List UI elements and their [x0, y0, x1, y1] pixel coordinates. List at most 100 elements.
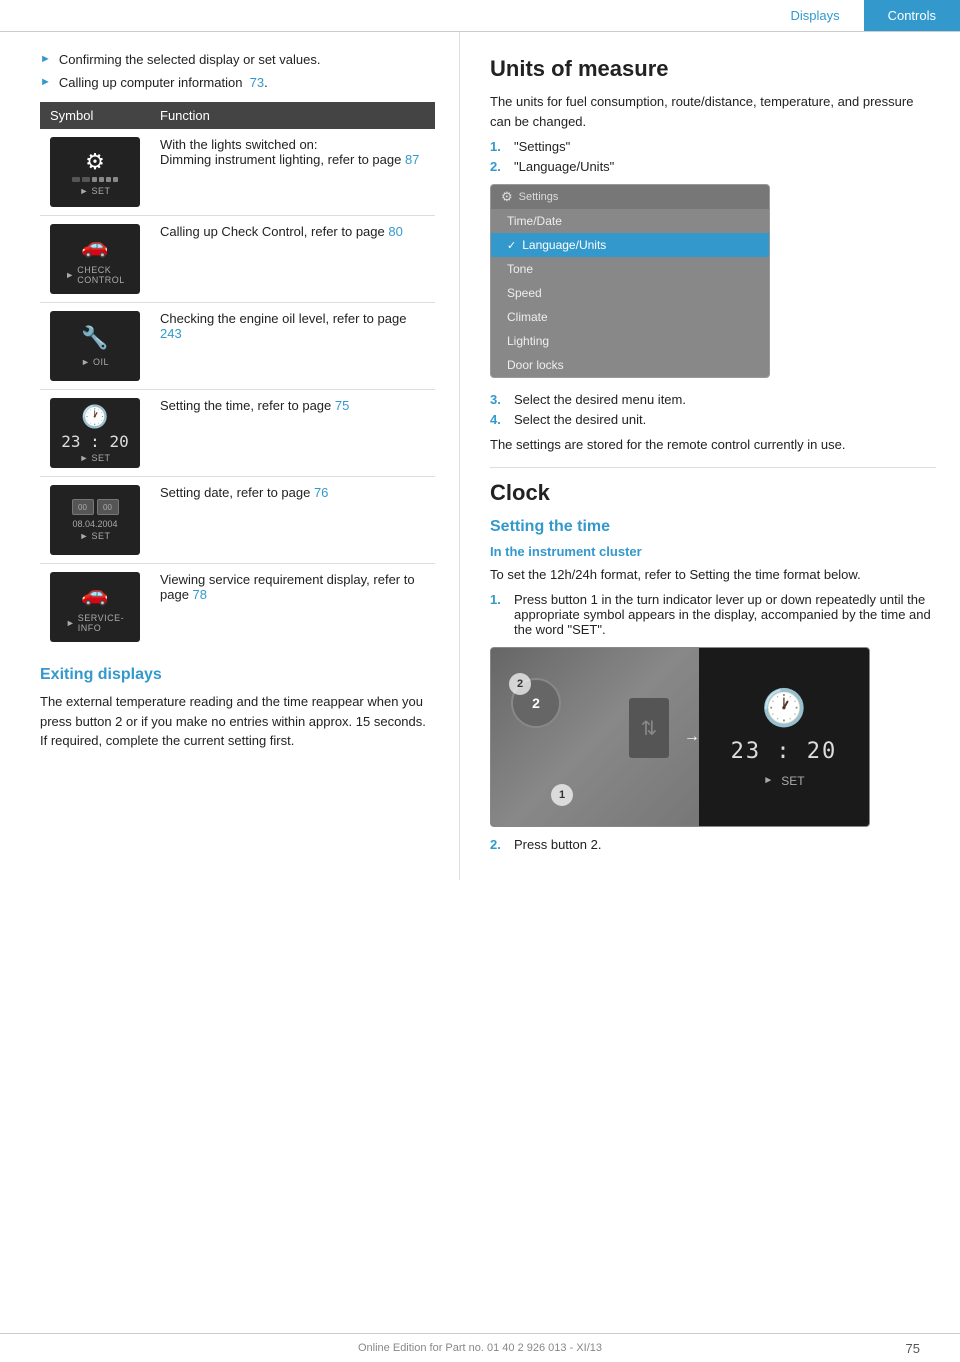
footer-text: Online Edition for Part no. 01 40 2 926 … [358, 1342, 602, 1354]
link-78[interactable]: 78 [193, 587, 207, 602]
list-item: 4. Select the desired unit. [490, 412, 936, 427]
list-item: 1. Press button 1 in the turn indicator … [490, 592, 936, 637]
symbol-cell: 🔧 ► OIL [40, 303, 150, 390]
function-cell-3: Checking the engine oil level, refer to … [150, 303, 435, 390]
clock-step1: 1. Press button 1 in the turn indicator … [490, 592, 936, 637]
link-87[interactable]: 87 [405, 152, 419, 167]
clock-icon: 🕐 [81, 404, 108, 430]
main-content: ► Confirming the selected display or set… [0, 32, 960, 880]
right-column: Units of measure The units for fuel cons… [460, 32, 960, 880]
cluster-right-panel: 🕐 23 : 20 ► SET [699, 648, 869, 826]
table-row: 🚗 ► SERVICE-INFO Viewing service require… [40, 564, 435, 651]
units-closing: The settings are stored for the remote c… [490, 435, 936, 455]
row3-arrow: ► [81, 357, 90, 367]
menu-item-lighting[interactable]: Lighting [491, 329, 769, 353]
bullet-arrow-1: ► [40, 53, 51, 65]
row4-arrow: ► [80, 453, 89, 463]
menu-item-speed[interactable]: Speed [491, 281, 769, 305]
symbol-cell: ⚙ ► SET [40, 129, 150, 216]
row5-arrow: ► [80, 531, 89, 541]
function-cell-5: Setting date, refer to page 76 [150, 477, 435, 564]
page-number: 75 [906, 1341, 920, 1356]
symbol-cell: 00 00 08.04.2004 ► SET [40, 477, 150, 564]
table-row: 🔧 ► OIL Checking the engine oil level, r… [40, 303, 435, 390]
symbol-service: 🚗 ► SERVICE-INFO [50, 572, 140, 642]
left-column: ► Confirming the selected display or set… [0, 32, 460, 880]
symbol-cell: 🚗 ► CHECKCONTROL [40, 216, 150, 303]
bullet-item-1: ► Confirming the selected display or set… [40, 52, 435, 67]
row1-label: SET [91, 186, 110, 196]
row4-label: SET [91, 453, 110, 463]
list-item: 2. "Language/Units" [490, 159, 936, 174]
page-header: Displays Controls [0, 0, 960, 32]
clock-intro: To set the 12h/24h format, refer to Sett… [490, 565, 936, 585]
link-243[interactable]: 243 [160, 326, 182, 341]
lever-icon: ⇅ [641, 716, 658, 741]
setting-time-subheading: Setting the time [490, 518, 936, 536]
bullet-text-1: Confirming the selected display or set v… [59, 52, 321, 67]
bullet-text-2: Calling up computer information 73. [59, 75, 268, 90]
cluster-set-arrow: ► [763, 775, 773, 786]
col-function: Function [150, 102, 435, 129]
menu-item-climate[interactable]: Climate [491, 305, 769, 329]
settings-titlebar: ⚙ Settings [491, 185, 769, 209]
cluster-image: 2 ⇅ 1 2 → 🕐 23 : 20 ► SET [490, 647, 870, 827]
function-cell-2: Calling up Check Control, refer to page … [150, 216, 435, 303]
clock-step2: 2. Press button 2. [490, 837, 936, 852]
car-icon: 🚗 [81, 233, 108, 259]
tab-controls-label: Controls [888, 8, 936, 23]
row3-label: OIL [93, 357, 109, 367]
row6-arrow: ► [66, 618, 75, 628]
row2-arrow: ► [65, 270, 74, 280]
menu-item-timedate[interactable]: Time/Date [491, 209, 769, 233]
row6-label: SERVICE-INFO [78, 613, 124, 633]
menu-item-tone[interactable]: Tone [491, 257, 769, 281]
exiting-displays-heading: Exiting displays [40, 666, 435, 684]
units-heading: Units of measure [490, 56, 936, 82]
table-row: 🕐 23 : 20 ► SET Setting the time, refer … [40, 390, 435, 477]
tab-displays[interactable]: Displays [766, 0, 863, 31]
bullet-item-2: ► Calling up computer information 73. [40, 75, 435, 90]
clock-heading: Clock [490, 480, 936, 506]
units-intro: The units for fuel consumption, route/di… [490, 92, 936, 131]
function-cell-1: With the lights switched on: Dimming ins… [150, 129, 435, 216]
function-cell-4: Setting the time, refer to page 75 [150, 390, 435, 477]
service-icon: 🚗 [81, 581, 108, 607]
list-item: 3. Select the desired menu item. [490, 392, 936, 407]
link-75[interactable]: 75 [335, 398, 349, 413]
row5-label: SET [91, 531, 110, 541]
units-steps-cont: 3. Select the desired menu item. 4. Sele… [490, 392, 936, 427]
link-80[interactable]: 80 [388, 224, 402, 239]
cluster-set-label: SET [781, 774, 804, 788]
marker-2: 2 [509, 673, 531, 695]
lights-icon: ⚙ [85, 149, 105, 175]
cluster-clock-icon: 🕐 [762, 687, 807, 729]
symbol-oil: 🔧 ► OIL [50, 311, 140, 381]
button2-indicator: 2 [532, 695, 540, 711]
settings-screenshot: ⚙ Settings Time/Date Language/Units Tone… [490, 184, 770, 378]
oil-icon: 🔧 [81, 325, 108, 351]
link-73[interactable]: 73 [250, 75, 264, 90]
units-steps: 1. "Settings" 2. "Language/Units" [490, 139, 936, 174]
row1-arrow: ► [80, 186, 89, 196]
symbol-cell: 🚗 ► SERVICE-INFO [40, 564, 150, 651]
exiting-displays-section: Exiting displays The external temperatur… [40, 666, 435, 751]
symbol-time: 🕐 23 : 20 ► SET [50, 398, 140, 468]
symbol-date: 00 00 08.04.2004 ► SET [50, 485, 140, 555]
time-display: 23 : 20 [61, 432, 128, 451]
table-row: 00 00 08.04.2004 ► SET [40, 477, 435, 564]
settings-title: Settings [519, 191, 559, 203]
table-row: 🚗 ► CHECKCONTROL Calling up Check Contro… [40, 216, 435, 303]
symbol-table: Symbol Function ⚙ [40, 102, 435, 650]
col-symbol: Symbol [40, 102, 150, 129]
tab-controls[interactable]: Controls [864, 0, 960, 31]
symbol-check-control: 🚗 ► CHECKCONTROL [50, 224, 140, 294]
tab-displays-label: Displays [790, 8, 839, 23]
list-item: 2. Press button 2. [490, 837, 936, 852]
table-row: ⚙ ► SET [40, 129, 435, 216]
menu-item-doorlocks[interactable]: Door locks [491, 353, 769, 377]
marker-1: 1 [551, 784, 573, 806]
link-76[interactable]: 76 [314, 485, 328, 500]
page-footer: Online Edition for Part no. 01 40 2 926 … [0, 1333, 960, 1362]
menu-item-language-units[interactable]: Language/Units [491, 233, 769, 257]
